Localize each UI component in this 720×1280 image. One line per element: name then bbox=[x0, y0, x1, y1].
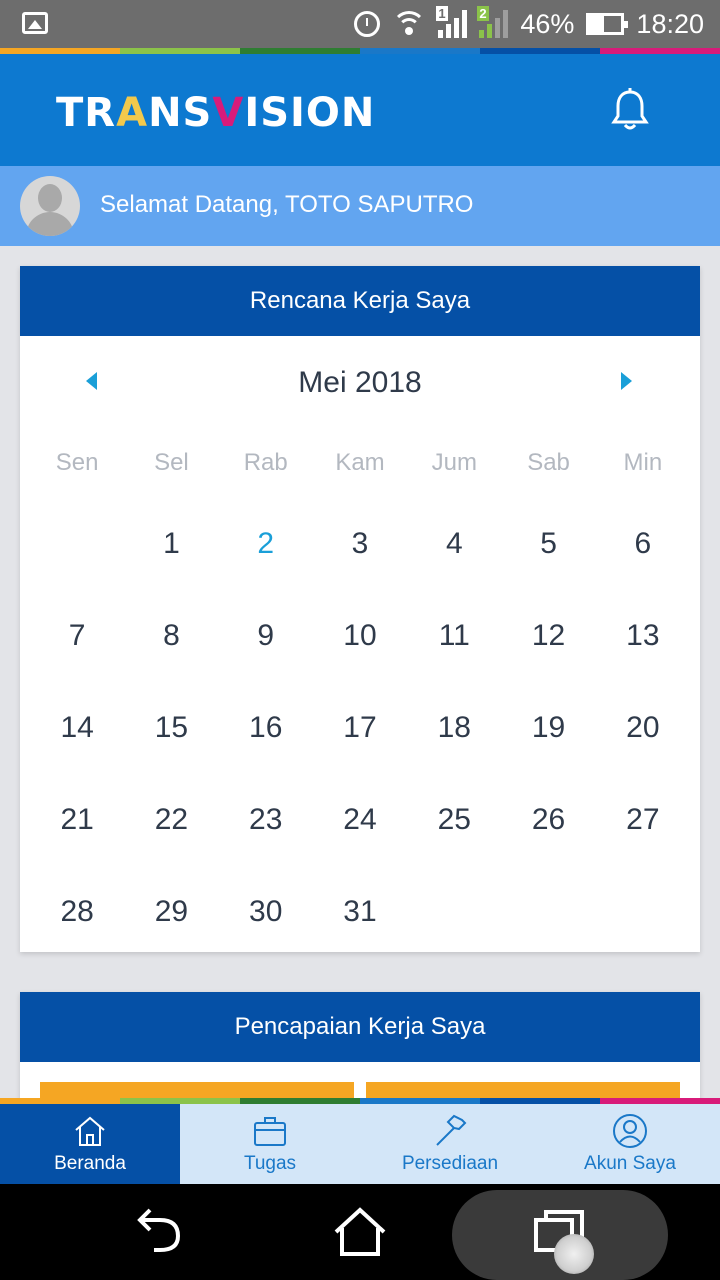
calendar-day[interactable]: 8 bbox=[124, 590, 218, 682]
calendar-day[interactable]: 1 bbox=[124, 498, 218, 590]
welcome-bar: Selamat Datang, TOTO SAPUTRO bbox=[0, 166, 720, 246]
calendar-day[interactable]: 24 bbox=[313, 774, 407, 866]
calendar-day[interactable]: 12 bbox=[501, 590, 595, 682]
tab-persediaan-label: Persediaan bbox=[401, 1153, 499, 1174]
transvision-logo: TRANSVISION bbox=[56, 90, 376, 136]
clock: 18:20 bbox=[636, 8, 704, 39]
signal-sim2-icon: 2 bbox=[477, 6, 509, 38]
user-icon bbox=[613, 1114, 647, 1148]
system-navigation-bar bbox=[0, 1184, 720, 1280]
calendar-day[interactable]: 9 bbox=[219, 590, 313, 682]
sim2-badge: 2 bbox=[477, 6, 489, 21]
calendar-day[interactable]: 23 bbox=[219, 774, 313, 866]
back-icon[interactable] bbox=[132, 1204, 188, 1260]
calendar-day[interactable]: 27 bbox=[596, 774, 690, 866]
calendar-day[interactable]: 16 bbox=[219, 682, 313, 774]
hammer-icon bbox=[436, 1114, 467, 1146]
calendar-day[interactable]: 2 bbox=[219, 498, 313, 590]
battery-percent: 46% bbox=[520, 8, 575, 39]
calendar-day[interactable]: 18 bbox=[407, 682, 501, 774]
month-label: Mei 2018 bbox=[298, 366, 422, 399]
app-header: TRANSVISION bbox=[0, 54, 720, 166]
calendar-day[interactable]: 19 bbox=[501, 682, 595, 774]
tab-beranda[interactable]: Beranda bbox=[0, 1104, 180, 1184]
welcome-text: Selamat Datang, TOTO SAPUTRO bbox=[100, 191, 474, 218]
calendar-day[interactable]: 25 bbox=[407, 774, 501, 866]
calendar-day[interactable]: 7 bbox=[30, 590, 124, 682]
work-plan-card: Rencana Kerja Saya Mei 2018 Sen Sel Rab Kam… bbox=[20, 266, 700, 952]
calendar-day[interactable]: 30 bbox=[219, 866, 313, 958]
weekday-label: Sel bbox=[154, 449, 189, 476]
calendar-day[interactable]: 15 bbox=[124, 682, 218, 774]
calendar-day[interactable]: 6 bbox=[596, 498, 690, 590]
calendar-day[interactable]: 20 bbox=[596, 682, 690, 774]
briefcase-icon bbox=[254, 1117, 286, 1146]
tab-akun-saya-label: Akun Saya bbox=[584, 1153, 676, 1174]
touch-indicator bbox=[554, 1234, 594, 1274]
weekday-label: Sab bbox=[527, 449, 570, 476]
status-bar: 1 2 46% 18:20 bbox=[0, 0, 720, 48]
calendar-day[interactable]: 3 bbox=[313, 498, 407, 590]
tab-persediaan[interactable]: Persediaan bbox=[360, 1104, 540, 1184]
work-plan-title: Rencana Kerja Saya bbox=[20, 266, 700, 336]
tab-beranda-label: Beranda bbox=[54, 1153, 126, 1174]
calendar-day[interactable]: 13 bbox=[596, 590, 690, 682]
calendar-day[interactable]: 10 bbox=[313, 590, 407, 682]
calendar-day[interactable]: 29 bbox=[124, 866, 218, 958]
tab-tugas[interactable]: Tugas bbox=[180, 1104, 360, 1184]
calendar-empty-cell bbox=[30, 498, 124, 590]
weekday-header: Sen Sel Rab Kam Jum Sab Min bbox=[20, 428, 700, 498]
weekday-label: Min bbox=[623, 449, 663, 476]
calendar-day[interactable]: 11 bbox=[407, 590, 501, 682]
alarm-icon bbox=[354, 11, 381, 37]
calendar-day[interactable]: 28 bbox=[30, 866, 124, 958]
calendar-day[interactable]: 17 bbox=[313, 682, 407, 774]
avatar[interactable] bbox=[20, 176, 80, 236]
calendar-day[interactable]: 14 bbox=[30, 682, 124, 774]
calendar-day[interactable]: 5 bbox=[501, 498, 595, 590]
calendar-day[interactable]: 21 bbox=[30, 774, 124, 866]
home-icon bbox=[75, 1116, 105, 1146]
signal-sim1-icon: 1 bbox=[436, 6, 468, 38]
calendar-day[interactable]: 22 bbox=[124, 774, 218, 866]
tab-akun-saya[interactable]: Akun Saya bbox=[540, 1104, 720, 1184]
tab-tugas-label: Tugas bbox=[243, 1153, 297, 1174]
achievement-title: Pencapaian Kerja Saya bbox=[20, 992, 700, 1062]
sim1-badge: 1 bbox=[436, 6, 448, 21]
calendar-day[interactable]: 4 bbox=[407, 498, 501, 590]
next-month-icon[interactable] bbox=[621, 372, 632, 390]
notification-bell-icon[interactable] bbox=[610, 88, 650, 132]
weekday-label: Sen bbox=[55, 449, 99, 476]
calendar-grid: 1 2 3 4 5 6 7 8 9 10 11 12 13 14 15 16 17 18 19 20 21 22 23 24 2… bbox=[20, 498, 700, 958]
bottom-navigation: Beranda Tugas Persediaan Akun Saya bbox=[0, 1104, 720, 1184]
month-navigator: Mei 2018 bbox=[20, 336, 700, 428]
home-button-icon[interactable] bbox=[332, 1204, 388, 1260]
wifi-icon bbox=[392, 11, 427, 37]
calendar-day[interactable]: 26 bbox=[501, 774, 595, 866]
gallery-icon bbox=[22, 12, 48, 34]
weekday-label: Kam bbox=[335, 449, 385, 476]
weekday-label: Rab bbox=[243, 449, 288, 476]
battery-icon bbox=[586, 13, 629, 35]
weekday-label: Jum bbox=[431, 449, 477, 476]
calendar-day[interactable]: 31 bbox=[313, 866, 407, 958]
